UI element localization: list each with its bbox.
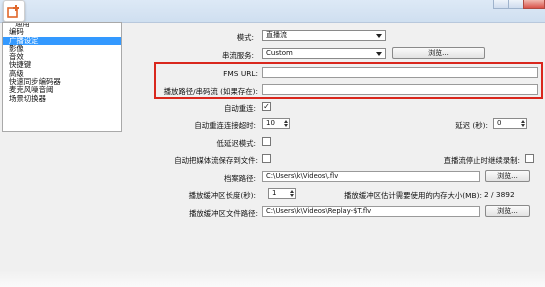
delay-spinner[interactable]: 0: [493, 118, 527, 129]
replay-buffer-length-value: 1: [272, 189, 277, 197]
sidebar-item-scene-switcher[interactable]: 场景切换器: [3, 94, 121, 103]
low-latency-checkbox[interactable]: [262, 137, 271, 146]
delay-value: 0: [497, 119, 502, 127]
auto-reconnect-label: 自动重连:: [223, 104, 256, 113]
spin-up-icon[interactable]: [290, 190, 294, 193]
spin-down-icon[interactable]: [290, 194, 294, 197]
mode-label: 模式:: [236, 33, 254, 42]
spin-up-icon[interactable]: [284, 120, 288, 123]
file-path-browse-button[interactable]: 浏览...: [485, 170, 530, 182]
highlight-box: [154, 62, 543, 99]
spin-down-icon[interactable]: [284, 124, 288, 127]
chevron-down-icon: [376, 52, 382, 56]
file-path-label: 档案路径:: [223, 174, 256, 183]
title-bar: [0, 0, 545, 23]
auto-reconnect-timeout-spinner[interactable]: 10: [262, 118, 290, 129]
replay-buffer-length-spinner[interactable]: 1: [268, 188, 296, 199]
auto-reconnect-timeout-value: 10: [266, 119, 275, 127]
keep-recording-checkbox[interactable]: [525, 154, 534, 163]
mode-value: 直播流: [266, 31, 287, 39]
keep-recording-label: 直播流停止时继续录制:: [443, 156, 520, 165]
maximize-button[interactable]: [508, 0, 524, 9]
replay-file-path-label: 播放缓冲区文件路径:: [188, 209, 258, 218]
auto-reconnect-checkbox[interactable]: ✓: [262, 102, 271, 111]
chevron-down-icon: [376, 34, 382, 38]
auto-reconnect-timeout-label: 自动重连连接超时:: [194, 121, 256, 130]
streaming-service-label: 串流服务:: [221, 51, 254, 60]
auto-save-checkbox[interactable]: [262, 154, 271, 163]
spin-up-icon[interactable]: [521, 120, 525, 123]
settings-window: 通用 编码 广播设定 影像 音效 快捷键 高级 快速同步编码器 麦克风噪音阈 场…: [0, 0, 545, 287]
replay-memory-value: 2 / 3892: [484, 190, 515, 199]
window-bottom-area: [0, 270, 545, 287]
settings-category-list: 通用 编码 广播设定 影像 音效 快捷键 高级 快速同步编码器 麦克风噪音阈 场…: [2, 22, 122, 132]
delay-label: 延迟 (秒):: [455, 121, 488, 130]
replay-file-path-browse-button[interactable]: 浏览...: [485, 205, 530, 217]
low-latency-label: 低延迟模式:: [216, 139, 256, 148]
replay-buffer-length-label: 播放缓冲区长度(秒):: [188, 191, 256, 200]
close-button[interactable]: [523, 0, 545, 9]
auto-save-label: 自动把媒体流保存到文件:: [174, 156, 258, 165]
mode-dropdown[interactable]: 直播流: [262, 30, 386, 41]
app-logo-icon: [3, 0, 25, 22]
service-browse-button[interactable]: 浏览...: [392, 47, 485, 59]
streaming-service-dropdown[interactable]: Custom: [262, 48, 386, 59]
streaming-service-value: Custom: [266, 49, 293, 57]
replay-memory-label: 播放缓冲区估计需要使用的内存大小(MB):: [344, 191, 482, 200]
spin-down-icon[interactable]: [521, 124, 525, 127]
replay-file-path-input[interactable]: C:\Users\k\Videos\Replay-$T.flv: [262, 206, 480, 217]
minimize-button[interactable]: [493, 0, 509, 9]
file-path-input[interactable]: C:\Users\k\Videos\.flv: [262, 171, 480, 182]
